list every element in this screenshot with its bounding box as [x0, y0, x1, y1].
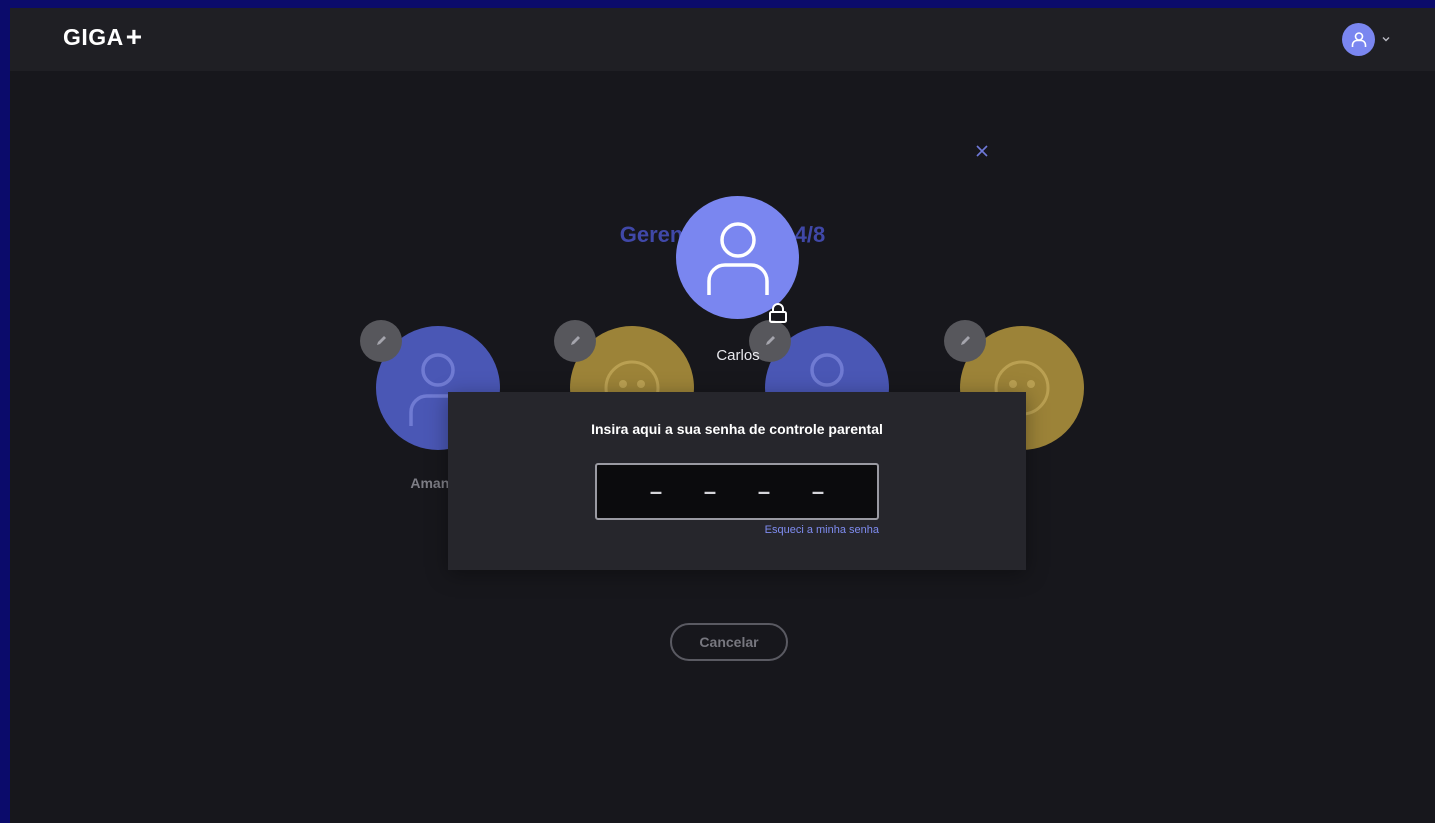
parental-control-dialog: Insira aqui a sua senha de controle pare… [448, 392, 1026, 570]
user-icon [706, 221, 769, 295]
pin-input[interactable]: – – – – [595, 463, 879, 520]
pin-digit-2[interactable]: – [703, 479, 717, 505]
cancel-button[interactable]: Cancelar [670, 623, 788, 661]
pin-digit-3[interactable]: – [757, 479, 771, 505]
edit-icon[interactable] [944, 320, 986, 362]
logo-plus: + [125, 21, 143, 52]
edit-icon[interactable] [360, 320, 402, 362]
close-icon[interactable] [975, 140, 989, 162]
logo-text: GIGA [63, 23, 124, 50]
pin-digit-1[interactable]: – [649, 479, 663, 505]
lock-icon [768, 302, 788, 324]
selected-profile: Carlos [676, 196, 800, 364]
pin-digit-4[interactable]: – [811, 479, 825, 505]
chevron-down-icon[interactable] [1381, 32, 1391, 47]
logo[interactable]: GIGA + [63, 21, 143, 52]
selected-profile-name: Carlos [716, 347, 760, 364]
top-bar: GIGA + [10, 8, 1435, 71]
dialog-title: Insira aqui a sua senha de controle pare… [591, 421, 883, 437]
selected-profile-avatar [676, 196, 799, 319]
account-menu[interactable] [1342, 23, 1391, 56]
forgot-password-link[interactable]: Esqueci a minha senha [765, 524, 879, 536]
app-frame: GIGA + Gerenciar perfis 4/8 [10, 8, 1435, 823]
edit-icon[interactable] [554, 320, 596, 362]
user-icon[interactable] [1342, 23, 1375, 56]
